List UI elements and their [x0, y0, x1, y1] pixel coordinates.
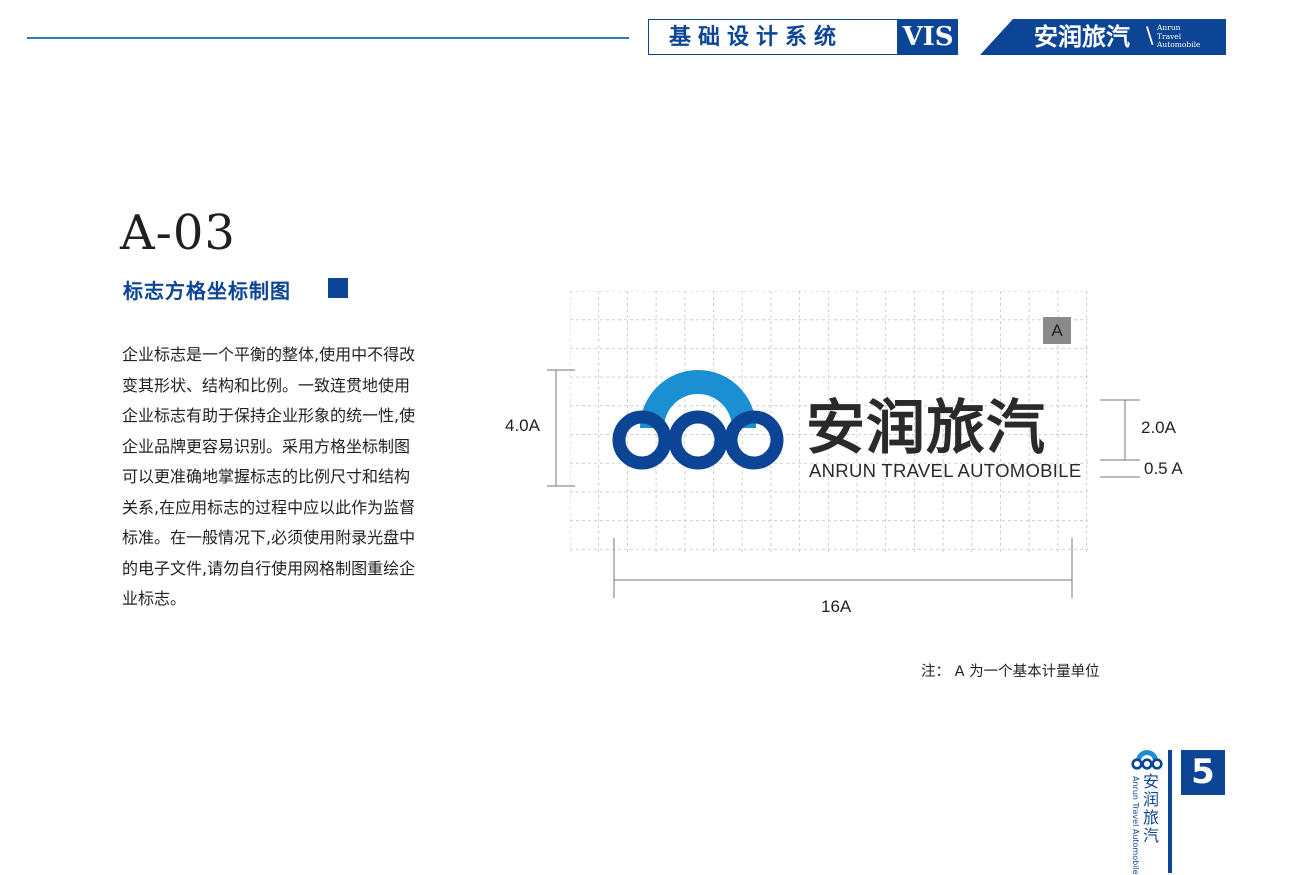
section-code: A-03 [120, 205, 236, 261]
unit-note: 注： A 为一个基本计量单位 [921, 664, 1100, 680]
header-brand-cn: 安润旅汽 [1034, 22, 1130, 51]
unit-badge: A [1043, 317, 1071, 344]
dimension-lines [547, 369, 1140, 598]
section-subtitle: 标志方格坐标制图 [123, 279, 291, 303]
footer-logo-icon [1131, 750, 1163, 770]
header-title: 基础设计系统 [648, 19, 898, 55]
body-line: 可以更准确地掌握标志的比例尺寸和结构 [122, 467, 411, 486]
body-line: 企业标志有助于保持企业形象的统一性,使 [122, 406, 416, 425]
footer-brand-en: Anrun Travel Automobile [1131, 776, 1140, 875]
dimension-en-height-label: 0.5 A [1144, 459, 1183, 478]
header-rule [27, 37, 629, 39]
footer-vertical-bar [1168, 750, 1172, 873]
footer-brand-cn: 安润旅汽 [1142, 772, 1159, 845]
body-line: 企业品牌更容易识别。采用方格坐标制图 [122, 436, 411, 456]
body-line: 标准。在一般情况下,必须使用附录光盘中 [122, 528, 416, 547]
subtitle-square-mark [328, 278, 348, 298]
body-line: 的电子文件,请勿自行使用网格制图重绘企 [122, 558, 416, 578]
body-paragraph: 企业标志是一个平衡的整体,使用中不得改 变其形状、结构和比例。一致连贯地使用 企… [122, 340, 442, 615]
header-brand-en-line: Automobile [1157, 40, 1201, 49]
page-number: 5 [1181, 750, 1225, 795]
body-line: 企业标志是一个平衡的整体,使用中不得改 [122, 345, 416, 364]
header-brand-divider: \ [1146, 24, 1154, 49]
dimension-text-height-label: 2.0A [1141, 418, 1176, 437]
body-line: 变其形状、结构和比例。一致连贯地使用 [122, 375, 411, 395]
dimension-width-label: 16A [821, 597, 852, 616]
header-brand-en: Anrun Travel Automobile [1157, 23, 1201, 50]
header-vis: VIS [898, 19, 958, 55]
body-line: 业标志。 [122, 589, 187, 608]
dimension-height-label: 4.0A [505, 416, 540, 435]
body-line: 关系,在应用标志的过程中应以此作为监督 [122, 497, 416, 517]
